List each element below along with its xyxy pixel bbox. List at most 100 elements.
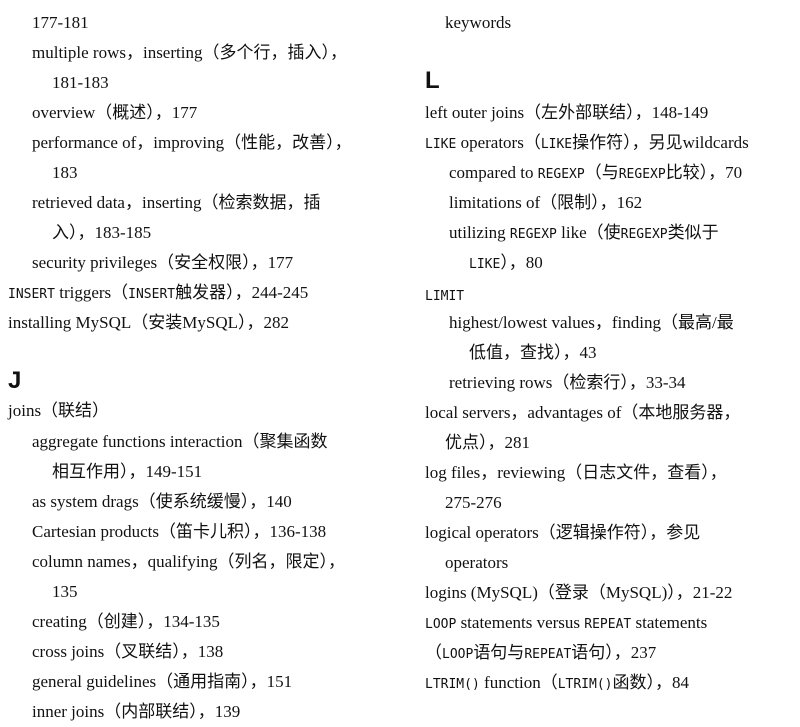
index-continuation: 相互作用），149-151 bbox=[8, 457, 202, 487]
code-term: REGEXP bbox=[618, 167, 666, 182]
index-continuation-keywords: keywords bbox=[425, 8, 511, 38]
code-term: LIMIT bbox=[425, 289, 465, 304]
index-text: highest/lowest values，finding（最高/最 bbox=[449, 313, 734, 332]
index-subentry-multiple-rows: multiple rows，inserting（多个行，插入）， bbox=[8, 38, 347, 68]
index-text: log files，reviewing（日志文件，查看）， bbox=[425, 463, 727, 482]
index-text: performance of，improving（性能，改善）， bbox=[32, 133, 352, 152]
index-subentry-highest-lowest: highest/lowest values，finding（最高/最 bbox=[425, 308, 734, 338]
index-text: statements versus bbox=[456, 613, 585, 632]
index-continuation: 优点），281 bbox=[425, 428, 530, 458]
index-continuation: 181-183 bbox=[8, 68, 109, 98]
code-term: LIKE bbox=[469, 257, 501, 272]
index-continuation: 低值，查找），43 bbox=[425, 338, 597, 368]
index-text: inner joins（内部联结），139 bbox=[32, 702, 241, 721]
code-term: REGEXP bbox=[509, 227, 557, 242]
index-text: 低值，查找），43 bbox=[469, 343, 597, 362]
section-heading-j: J bbox=[8, 367, 22, 394]
code-term: LTRIM() bbox=[557, 677, 613, 692]
index-subentry-page-range: 177-181 bbox=[8, 8, 89, 38]
index-text: keywords bbox=[445, 13, 512, 32]
index-text: as system drags（使系统缓慢），140 bbox=[32, 492, 292, 511]
code-term: REPEAT bbox=[524, 647, 572, 662]
index-text: compared to bbox=[449, 163, 538, 182]
index-subentry-aggregate: aggregate functions interaction（聚集函数 bbox=[8, 427, 328, 457]
index-text: utilizing bbox=[449, 223, 510, 242]
index-text: Cartesian products（笛卡儿积），136-138 bbox=[32, 522, 327, 541]
index-text: 比较），70 bbox=[665, 163, 743, 182]
index-text: limitations of（限制），162 bbox=[449, 193, 643, 212]
index-continuation: operators bbox=[425, 548, 508, 578]
code-term: REGEXP bbox=[537, 167, 585, 182]
index-text: retrieved data，inserting（检索数据，插 bbox=[32, 193, 321, 212]
index-continuation: 183 bbox=[8, 158, 78, 188]
index-subentry-column-names: column names，qualifying（列名，限定）， bbox=[8, 547, 345, 577]
index-text: 触发器），244-245 bbox=[175, 283, 309, 302]
index-entry-like-operators: LIKE operators（LIKE操作符），另见wildcards bbox=[425, 128, 749, 158]
index-text: triggers（ bbox=[54, 283, 129, 302]
index-text: 相互作用），149-151 bbox=[52, 462, 203, 481]
index-continuation: 135 bbox=[8, 577, 78, 607]
code-term: LIKE bbox=[425, 137, 457, 152]
index-text: 135 bbox=[52, 582, 78, 601]
index-subentry-limitations: limitations of（限制），162 bbox=[425, 188, 642, 218]
index-text: security privileges（安全权限），177 bbox=[32, 253, 294, 272]
index-subentry-cross-joins: cross joins（叉联结），138 bbox=[8, 637, 223, 667]
index-text: multiple rows，inserting（多个行，插入）， bbox=[32, 43, 347, 62]
index-subentry-general-guidelines: general guidelines（通用指南），151 bbox=[8, 667, 292, 697]
index-text: 181-183 bbox=[52, 73, 109, 92]
index-subentry-utilizing-regexp: utilizing REGEXP like（使REGEXP类似于 bbox=[425, 218, 719, 248]
index-subentry-overview: overview（概述），177 bbox=[8, 98, 197, 128]
index-text: logins (MySQL)（登录（MySQL)），21-22 bbox=[425, 583, 733, 602]
index-entry-logins: logins (MySQL)（登录（MySQL)），21-22 bbox=[425, 578, 732, 608]
code-term: LTRIM() bbox=[425, 677, 480, 692]
section-heading-l: L bbox=[425, 67, 440, 94]
code-term: REGEXP bbox=[620, 227, 668, 242]
index-text: cross joins（叉联结），138 bbox=[32, 642, 224, 661]
index-text: operators（ bbox=[456, 133, 541, 152]
index-text: 183 bbox=[52, 163, 78, 182]
code-term: INSERT bbox=[8, 287, 55, 302]
index-text: overview（概述），177 bbox=[32, 103, 198, 122]
code-term: REPEAT bbox=[584, 617, 632, 632]
index-text: aggregate functions interaction（聚集函数 bbox=[32, 432, 328, 451]
index-subentry-cartesian: Cartesian products（笛卡儿积），136-138 bbox=[8, 517, 326, 547]
index-text: 275-276 bbox=[445, 493, 502, 512]
index-text: （与 bbox=[584, 163, 619, 182]
index-continuation: 入），183-185 bbox=[8, 218, 151, 248]
code-term: INSERT bbox=[128, 287, 176, 302]
index-subentry-performance: performance of，improving（性能，改善）， bbox=[8, 128, 352, 158]
index-subentry-creating: creating（创建），134-135 bbox=[8, 607, 220, 637]
index-subentry-retrieved-data: retrieved data，inserting（检索数据，插 bbox=[8, 188, 320, 218]
index-continuation: LIKE），80 bbox=[425, 248, 543, 278]
index-text: 类似于 bbox=[667, 223, 719, 242]
index-text: （ bbox=[425, 643, 442, 662]
index-text: joins（联结） bbox=[8, 401, 110, 420]
index-text: left outer joins（左外部联结），148-149 bbox=[425, 103, 709, 122]
index-text: creating（创建），134-135 bbox=[32, 612, 220, 631]
index-text: installing MySQL（安装MySQL），282 bbox=[8, 313, 289, 332]
index-entry-joins: joins（联结） bbox=[8, 396, 109, 426]
index-text: statements bbox=[631, 613, 708, 632]
index-subentry-retrieving-rows: retrieving rows（检索行），33-34 bbox=[425, 368, 686, 398]
index-text: 语句与 bbox=[473, 643, 525, 662]
index-entry-insert-triggers: INSERT triggers（INSERT触发器），244-245 bbox=[8, 278, 308, 308]
index-subentry-system-drags: as system drags（使系统缓慢），140 bbox=[8, 487, 292, 517]
index-text: 177-181 bbox=[32, 13, 89, 32]
index-entry-local-servers: local servers，advantages of（本地服务器， bbox=[425, 398, 740, 428]
index-entry-ltrim: LTRIM() function（LTRIM()函数），84 bbox=[425, 668, 689, 698]
code-term: LOOP bbox=[442, 647, 474, 662]
index-text: column names，qualifying（列名，限定）， bbox=[32, 552, 346, 571]
index-entry-loop-statements: LOOP statements versus REPEAT statements bbox=[425, 608, 707, 638]
index-subentry-inner-joins: inner joins（内部联结），139 bbox=[8, 697, 240, 727]
index-text: general guidelines（通用指南），151 bbox=[32, 672, 293, 691]
index-subentry-compared-regexp: compared to REGEXP（与REGEXP比较），70 bbox=[425, 158, 742, 188]
index-text: 优点），281 bbox=[445, 433, 530, 452]
index-text: 语句），237 bbox=[571, 643, 657, 662]
index-entry-logical-operators: logical operators（逻辑操作符），参见 bbox=[425, 518, 700, 548]
index-continuation: （LOOP语句与REPEAT语句），237 bbox=[425, 638, 656, 668]
code-term: LIKE bbox=[540, 137, 573, 152]
index-text: function（ bbox=[479, 673, 558, 692]
index-entry-log-files: log files，reviewing（日志文件，查看）， bbox=[425, 458, 727, 488]
index-text: logical operators（逻辑操作符），参见 bbox=[425, 523, 701, 542]
index-entry-installing: installing MySQL（安装MySQL），282 bbox=[8, 308, 289, 338]
